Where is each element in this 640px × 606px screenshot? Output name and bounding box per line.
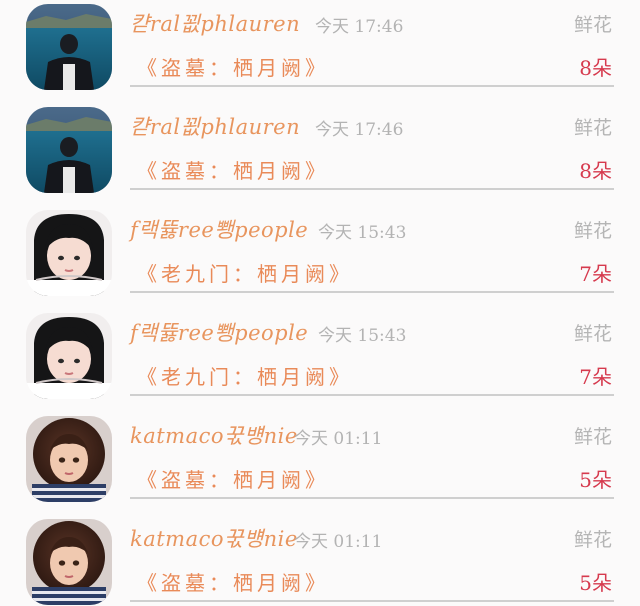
user-name[interactable]: katmaco꾻뱽nie: [130, 420, 298, 450]
avatar[interactable]: [26, 519, 112, 605]
timestamp: 今天 15:43: [318, 326, 407, 346]
gift-count: 5朵: [579, 468, 612, 492]
divider: [130, 600, 614, 602]
list-item[interactable]: f랙뜛ree뾍people 今天 15:43 鲜花 《老九门：栖月阙》 7朵: [0, 309, 640, 412]
avatar[interactable]: [26, 313, 112, 399]
divider: [130, 394, 614, 396]
avatar[interactable]: [26, 416, 112, 502]
user-name[interactable]: 캳ral꾒phlauren: [130, 111, 300, 141]
user-name[interactable]: f랙뜛ree뾍people: [130, 317, 308, 347]
gift-type-label: 鲜花: [573, 117, 612, 139]
work-title[interactable]: 《盗墓：栖月阙》: [137, 567, 329, 596]
list-item[interactable]: katmaco꾻뱽nie 今天 01:11 鲜花 《盗墓：栖月阙》 5朵: [0, 412, 640, 515]
avatar[interactable]: [26, 210, 112, 296]
work-title[interactable]: 《盗墓：栖月阙》: [137, 52, 329, 81]
user-name[interactable]: 캳ral꾒phlauren: [130, 8, 300, 38]
timestamp: 今天 17:46: [315, 17, 404, 37]
avatar[interactable]: [26, 107, 112, 193]
gift-count: 7朵: [579, 262, 612, 286]
avatar[interactable]: [26, 4, 112, 90]
work-title[interactable]: 《老九门：栖月阙》: [137, 258, 353, 287]
timestamp: 今天 01:11: [294, 532, 383, 552]
user-name[interactable]: katmaco꾻뱽nie: [130, 523, 298, 553]
work-title[interactable]: 《盗墓：栖月阙》: [137, 464, 329, 493]
work-title[interactable]: 《老九门：栖月阙》: [137, 361, 353, 390]
list-item[interactable]: 캳ral꾒phlauren 今天 17:46 鲜花 《盗墓：栖月阙》 8朵: [0, 103, 640, 206]
gift-type-label: 鲜花: [573, 426, 612, 448]
list-item[interactable]: f랙뜛ree뾍people 今天 15:43 鲜花 《老九门：栖月阙》 7朵: [0, 206, 640, 309]
gift-count: 5朵: [579, 571, 612, 595]
divider: [130, 291, 614, 293]
divider: [130, 188, 614, 190]
gift-count: 8朵: [579, 159, 612, 183]
timestamp: 今天 15:43: [318, 223, 407, 243]
gift-count: 7朵: [579, 365, 612, 389]
gift-type-label: 鲜花: [573, 529, 612, 551]
work-title[interactable]: 《盗墓：栖月阙》: [137, 155, 329, 184]
timestamp: 今天 01:11: [294, 429, 383, 449]
user-name[interactable]: f랙뜛ree뾍people: [130, 214, 308, 244]
gift-type-label: 鲜花: [573, 14, 612, 36]
gift-record-list: 캳ral꾒phlauren 今天 17:46 鲜花 《盗墓：栖月阙》 8朵 캳r…: [0, 0, 640, 606]
gift-type-label: 鲜花: [573, 220, 612, 242]
gift-count: 8朵: [579, 56, 612, 80]
timestamp: 今天 17:46: [315, 120, 404, 140]
list-item[interactable]: katmaco꾻뱽nie 今天 01:11 鲜花 《盗墓：栖月阙》 5朵: [0, 515, 640, 606]
divider: [130, 497, 614, 499]
divider: [130, 85, 614, 87]
gift-type-label: 鲜花: [573, 323, 612, 345]
list-item[interactable]: 캳ral꾒phlauren 今天 17:46 鲜花 《盗墓：栖月阙》 8朵: [0, 0, 640, 103]
